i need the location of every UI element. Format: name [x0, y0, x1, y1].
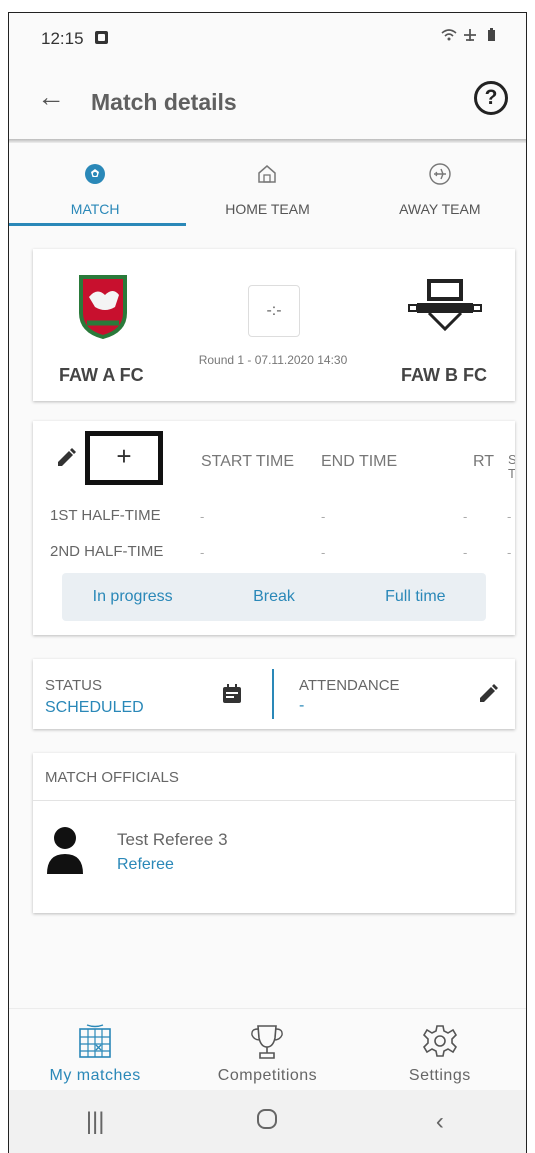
home-team-crest-icon	[79, 275, 127, 339]
edit-attendance-icon[interactable]	[477, 683, 499, 705]
tab-away-team-label: AWAY TEAM	[399, 201, 481, 217]
notification-image-icon	[95, 31, 108, 44]
calendar-icon[interactable]	[221, 683, 243, 705]
status-divider	[272, 669, 274, 719]
second-half-st: -	[507, 545, 512, 560]
first-half-label: 1ST HALF-TIME	[50, 507, 161, 524]
away-team-crest-icon	[408, 279, 482, 332]
first-half-rt: -	[463, 509, 468, 524]
nav-settings[interactable]: Settings	[354, 1009, 526, 1090]
away-team-name: FAW B FC	[401, 365, 487, 385]
soccer-ball-icon	[85, 164, 106, 184]
rt-header: RT	[473, 453, 495, 470]
score-display: -:-	[248, 285, 300, 337]
attendance-label: ATTENDANCE	[299, 677, 400, 694]
nav-settings-label: Settings	[408, 1067, 471, 1084]
first-half-start: -	[200, 509, 205, 524]
active-tab-indicator	[9, 223, 186, 226]
airplane-icon	[429, 163, 451, 185]
nav-competitions[interactable]: Competitions	[181, 1009, 353, 1090]
help-button[interactable]: ?	[474, 81, 508, 115]
officials-title: MATCH OFFICIALS	[45, 769, 179, 786]
status-label: STATUS	[45, 677, 102, 694]
second-half-start: -	[200, 545, 205, 560]
calendar-grid-icon	[79, 1024, 111, 1058]
second-half-label: 2ND HALF-TIME	[50, 543, 164, 560]
edit-pencil-icon[interactable]	[55, 447, 77, 469]
official-item[interactable]: Test Referee 3 Referee	[33, 802, 515, 882]
status-bar: 12:15	[9, 13, 526, 59]
tab-away-team[interactable]: AWAY TEAM	[354, 143, 526, 227]
person-icon	[47, 827, 83, 874]
status-value: SCHEDULED	[45, 699, 144, 716]
start-time-header: START TIME	[201, 453, 295, 470]
full-time-button[interactable]: Full time	[345, 588, 486, 606]
status-card: STATUS SCHEDULED ATTENDANCE -	[33, 659, 515, 729]
page-title: Match details	[91, 89, 237, 115]
wifi-airplane-battery-icon	[441, 28, 495, 41]
trophy-icon	[251, 1025, 284, 1059]
officials-header: MATCH OFFICIALS	[33, 753, 515, 801]
tab-match[interactable]: MATCH	[9, 143, 181, 227]
recent-apps-icon[interactable]: |||	[9, 1108, 181, 1136]
attendance-value: -	[299, 697, 305, 714]
break-button[interactable]: Break	[203, 588, 344, 606]
first-half-st: -	[507, 509, 512, 524]
second-half-rt: -	[463, 545, 468, 560]
first-half-end: -	[321, 509, 326, 524]
status-time: 12:15	[41, 29, 84, 48]
round-info: Round 1 - 07.11.2020 14:30	[198, 353, 348, 367]
nav-competitions-label: Competitions	[217, 1067, 318, 1084]
nav-my-matches-label: My matches	[49, 1067, 141, 1084]
add-time-button[interactable]: +	[85, 431, 163, 485]
match-times-card: + START TIME END TIME RT S T 1ST HALF-TI…	[33, 421, 515, 635]
end-time-header: END TIME	[321, 453, 398, 470]
nav-my-matches[interactable]: My matches	[9, 1009, 181, 1090]
app-bar: ← Match details ?	[9, 59, 526, 139]
home-icon	[258, 165, 277, 183]
gear-icon	[422, 1025, 457, 1057]
app-screen: 12:15 ← Match details ? MATCH HOME TEAM …	[8, 12, 527, 1153]
second-half-end: -	[321, 545, 326, 560]
match-officials-card: MATCH OFFICIALS Test Referee 3 Referee	[33, 753, 515, 913]
back-arrow-icon[interactable]: ←	[37, 81, 65, 113]
system-navigation-bar: ||| ‹	[9, 1090, 526, 1153]
match-state-buttons: In progress Break Full time	[62, 573, 486, 621]
st-header: S T	[508, 453, 515, 481]
home-team-name: FAW A FC	[59, 365, 144, 385]
match-summary-card: FAW A FC -:- Round 1 - 07.11.2020 14:30 …	[33, 249, 515, 401]
tab-match-label: MATCH	[70, 201, 120, 217]
official-name: Test Referee 3	[117, 830, 228, 849]
tab-bar: MATCH HOME TEAM AWAY TEAM	[9, 143, 526, 227]
in-progress-button[interactable]: In progress	[62, 588, 203, 606]
back-chevron-icon[interactable]: ‹	[354, 1108, 526, 1136]
tab-home-team-label: HOME TEAM	[225, 201, 310, 217]
tab-home-team[interactable]: HOME TEAM	[181, 143, 353, 227]
status-icons	[440, 27, 500, 47]
official-role: Referee	[117, 856, 174, 873]
home-button-icon[interactable]	[181, 1107, 353, 1138]
bottom-navigation: My matches Competitions Settings	[9, 1008, 526, 1090]
